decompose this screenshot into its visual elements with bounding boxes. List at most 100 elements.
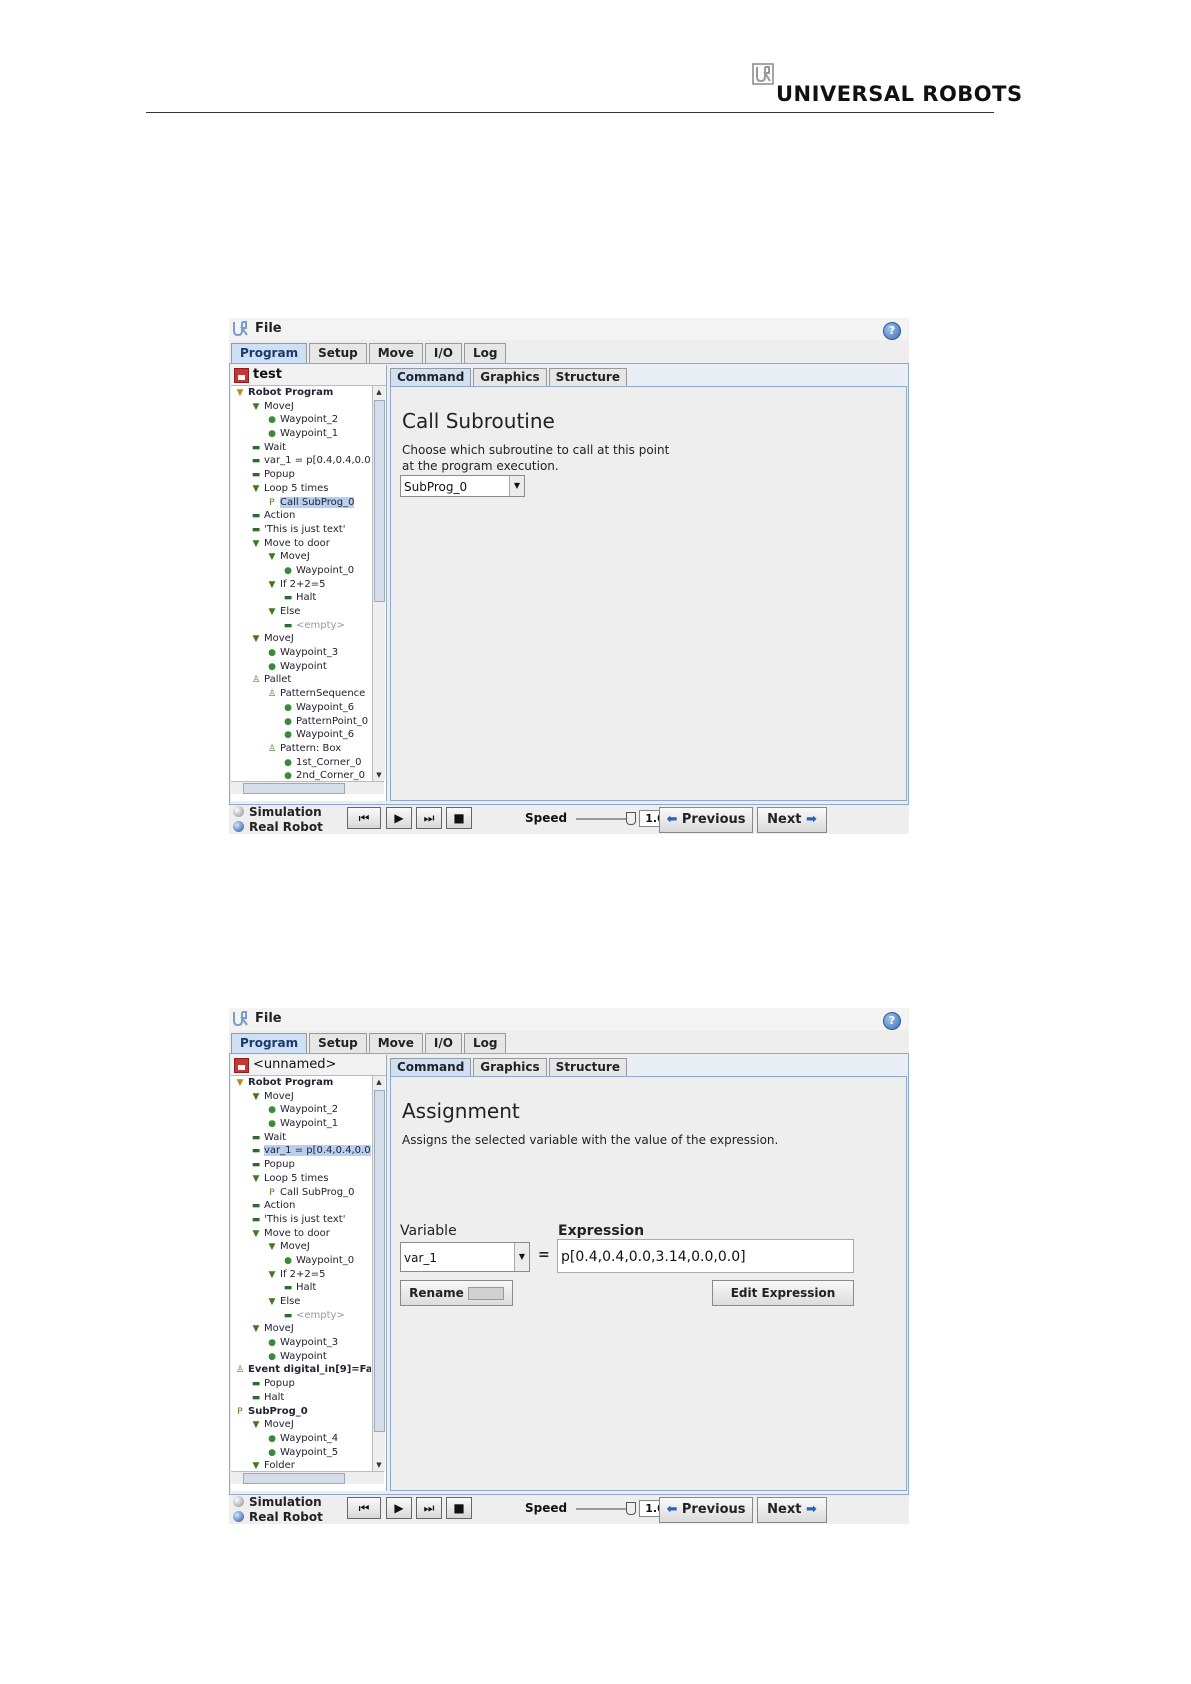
edit-expression-button[interactable]: Edit Expression bbox=[712, 1280, 854, 1306]
tab-io[interactable]: I/O bbox=[424, 1033, 462, 1053]
tree-node[interactable]: ▬ Popup bbox=[231, 1158, 371, 1172]
tree-node[interactable]: ▬ var_1 = p[0.4,0.4,0.0 bbox=[231, 1144, 371, 1158]
tree-node[interactable]: ● PatternPoint_0 bbox=[231, 715, 371, 729]
tab-structure[interactable]: Structure bbox=[548, 368, 627, 386]
tab-structure[interactable]: Structure bbox=[548, 1058, 627, 1076]
tree-node[interactable]: ● Waypoint_0 bbox=[231, 564, 371, 578]
tree-node[interactable]: ▬ Halt bbox=[231, 1391, 371, 1405]
tab-setup[interactable]: Setup bbox=[309, 343, 367, 363]
tab-setup[interactable]: Setup bbox=[309, 1033, 367, 1053]
hscroll-thumb[interactable] bbox=[243, 1473, 345, 1484]
scroll-up-icon[interactable]: ▲ bbox=[374, 1077, 384, 1087]
tree-vertical-scrollbar[interactable]: ▲ ▼ bbox=[372, 386, 385, 781]
tab-program[interactable]: Program bbox=[231, 343, 308, 363]
next-button[interactable]: Next ➡ bbox=[757, 1497, 827, 1523]
tree-node[interactable]: ● Waypoint_3 bbox=[231, 1336, 371, 1350]
scroll-up-icon[interactable]: ▲ bbox=[374, 387, 384, 397]
tree-node[interactable]: ♙ Pallet bbox=[231, 673, 371, 687]
tree-node[interactable]: ▬ Popup bbox=[231, 468, 371, 482]
chevron-down-icon[interactable]: ▼ bbox=[514, 1243, 529, 1271]
step-button[interactable]: ⏭ bbox=[416, 1497, 442, 1519]
simulation-radio[interactable]: Simulation bbox=[233, 805, 322, 819]
rename-button[interactable]: Rename bbox=[400, 1280, 513, 1306]
tree-node[interactable]: ▬ <empty> bbox=[231, 1309, 371, 1323]
tree-node[interactable]: ▼ If 2+2=5 bbox=[231, 578, 371, 592]
save-icon[interactable] bbox=[234, 368, 249, 383]
tab-move[interactable]: Move bbox=[368, 1033, 423, 1053]
play-button[interactable]: ▶ bbox=[386, 807, 412, 829]
expression-field[interactable]: p[0.4,0.4,0.0,3.14,0.0,0.0] bbox=[557, 1239, 854, 1273]
tree-node[interactable]: ▼ Robot Program bbox=[231, 386, 371, 400]
step-button[interactable]: ⏭ bbox=[416, 807, 442, 829]
tree-node[interactable]: ▼ MoveJ bbox=[231, 1418, 371, 1432]
stop-button[interactable]: ■ bbox=[446, 807, 472, 829]
rewind-button[interactable]: ⏮ bbox=[347, 807, 381, 829]
tree-node[interactable]: ● 2nd_Corner_0 bbox=[231, 769, 371, 781]
file-menu[interactable]: File bbox=[255, 321, 282, 336]
tree-node[interactable]: ● Waypoint_1 bbox=[231, 427, 371, 441]
help-icon[interactable]: ? bbox=[883, 1012, 901, 1030]
file-menu[interactable]: File bbox=[255, 1011, 282, 1026]
tab-program[interactable]: Program bbox=[231, 1033, 308, 1053]
tree-node[interactable]: ● Waypoint bbox=[231, 1350, 371, 1364]
tree-node[interactable]: ▼ MoveJ bbox=[231, 1240, 371, 1254]
tree-node[interactable]: ● Waypoint_1 bbox=[231, 1117, 371, 1131]
next-button[interactable]: Next ➡ bbox=[757, 807, 827, 833]
tree-node[interactable]: ● Waypoint_0 bbox=[231, 1254, 371, 1268]
tree-node[interactable]: ▬ Halt bbox=[231, 1281, 371, 1295]
tree-node[interactable]: ● Waypoint_2 bbox=[231, 413, 371, 427]
tree-node[interactable]: ▼ Else bbox=[231, 605, 371, 619]
tree-node[interactable]: ▬ Popup bbox=[231, 1377, 371, 1391]
tree-horizontal-scrollbar[interactable] bbox=[231, 781, 384, 794]
tree-node[interactable]: ▬ Halt bbox=[231, 591, 371, 605]
tree-horizontal-scrollbar[interactable] bbox=[231, 1471, 384, 1484]
real-robot-radio[interactable]: Real Robot bbox=[233, 820, 323, 834]
stop-button[interactable]: ■ bbox=[446, 1497, 472, 1519]
tree-node[interactable]: ● Waypoint bbox=[231, 660, 371, 674]
speed-slider-knob[interactable] bbox=[626, 812, 636, 825]
tab-command[interactable]: Command bbox=[390, 368, 472, 386]
tree-node[interactable]: ▼ Loop 5 times bbox=[231, 482, 371, 496]
tree-node[interactable]: ▬ 'This is just text' bbox=[231, 1213, 371, 1227]
previous-button[interactable]: ⬅ Previous bbox=[659, 1497, 753, 1523]
tree-node[interactable]: ▼ Move to door bbox=[231, 1227, 371, 1241]
tree-node[interactable]: ▬ var_1 = p[0.4,0.4,0.0 bbox=[231, 454, 371, 468]
tree-node[interactable]: P Call SubProg_0 bbox=[231, 1186, 371, 1200]
tree-node[interactable]: ▬ 'This is just text' bbox=[231, 523, 371, 537]
real-robot-radio[interactable]: Real Robot bbox=[233, 1510, 323, 1524]
tree-node[interactable]: ♙ Pattern: Box bbox=[231, 742, 371, 756]
speed-slider-knob[interactable] bbox=[626, 1502, 636, 1515]
tree-node[interactable]: ● Waypoint_4 bbox=[231, 1432, 371, 1446]
tree-node[interactable]: ● Waypoint_6 bbox=[231, 728, 371, 742]
speed-slider[interactable] bbox=[576, 818, 631, 820]
tree-node[interactable]: ● Waypoint_2 bbox=[231, 1103, 371, 1117]
tree-node[interactable]: ▼ Loop 5 times bbox=[231, 1172, 371, 1186]
tree-node[interactable]: ▼ MoveJ bbox=[231, 632, 371, 646]
tree-vertical-scrollbar[interactable]: ▲ ▼ bbox=[372, 1076, 385, 1471]
scroll-thumb[interactable] bbox=[374, 400, 385, 602]
save-icon[interactable] bbox=[234, 1058, 249, 1073]
tree-node[interactable]: ● Waypoint_5 bbox=[231, 1446, 371, 1460]
tree-node[interactable]: ♙ Event digital_in[9]=Fals bbox=[231, 1363, 371, 1377]
tree-node[interactable]: ▼ Robot Program bbox=[231, 1076, 371, 1090]
tab-log[interactable]: Log bbox=[463, 1033, 507, 1053]
tree-node[interactable]: ▼ Else bbox=[231, 1295, 371, 1309]
tree-node[interactable]: ● Waypoint_3 bbox=[231, 646, 371, 660]
play-button[interactable]: ▶ bbox=[386, 1497, 412, 1519]
tree-node[interactable]: ▼ Folder bbox=[231, 1459, 371, 1471]
speed-slider[interactable] bbox=[576, 1508, 631, 1510]
tab-graphics[interactable]: Graphics bbox=[473, 1058, 547, 1076]
tree-node[interactable]: ▼ MoveJ bbox=[231, 1322, 371, 1336]
scroll-thumb[interactable] bbox=[374, 1090, 385, 1432]
tree-node[interactable]: ▬ Action bbox=[231, 509, 371, 523]
scroll-down-icon[interactable]: ▼ bbox=[374, 770, 384, 780]
tree-node[interactable]: ● 1st_Corner_0 bbox=[231, 756, 371, 770]
tree-node[interactable]: ▬ Wait bbox=[231, 441, 371, 455]
hscroll-thumb[interactable] bbox=[243, 783, 345, 794]
tree-node[interactable]: ● Waypoint_6 bbox=[231, 701, 371, 715]
tab-log[interactable]: Log bbox=[463, 343, 507, 363]
scroll-down-icon[interactable]: ▼ bbox=[374, 1460, 384, 1470]
tree-node[interactable]: ▼ If 2+2=5 bbox=[231, 1268, 371, 1282]
simulation-radio[interactable]: Simulation bbox=[233, 1495, 322, 1509]
help-icon[interactable]: ? bbox=[883, 322, 901, 340]
